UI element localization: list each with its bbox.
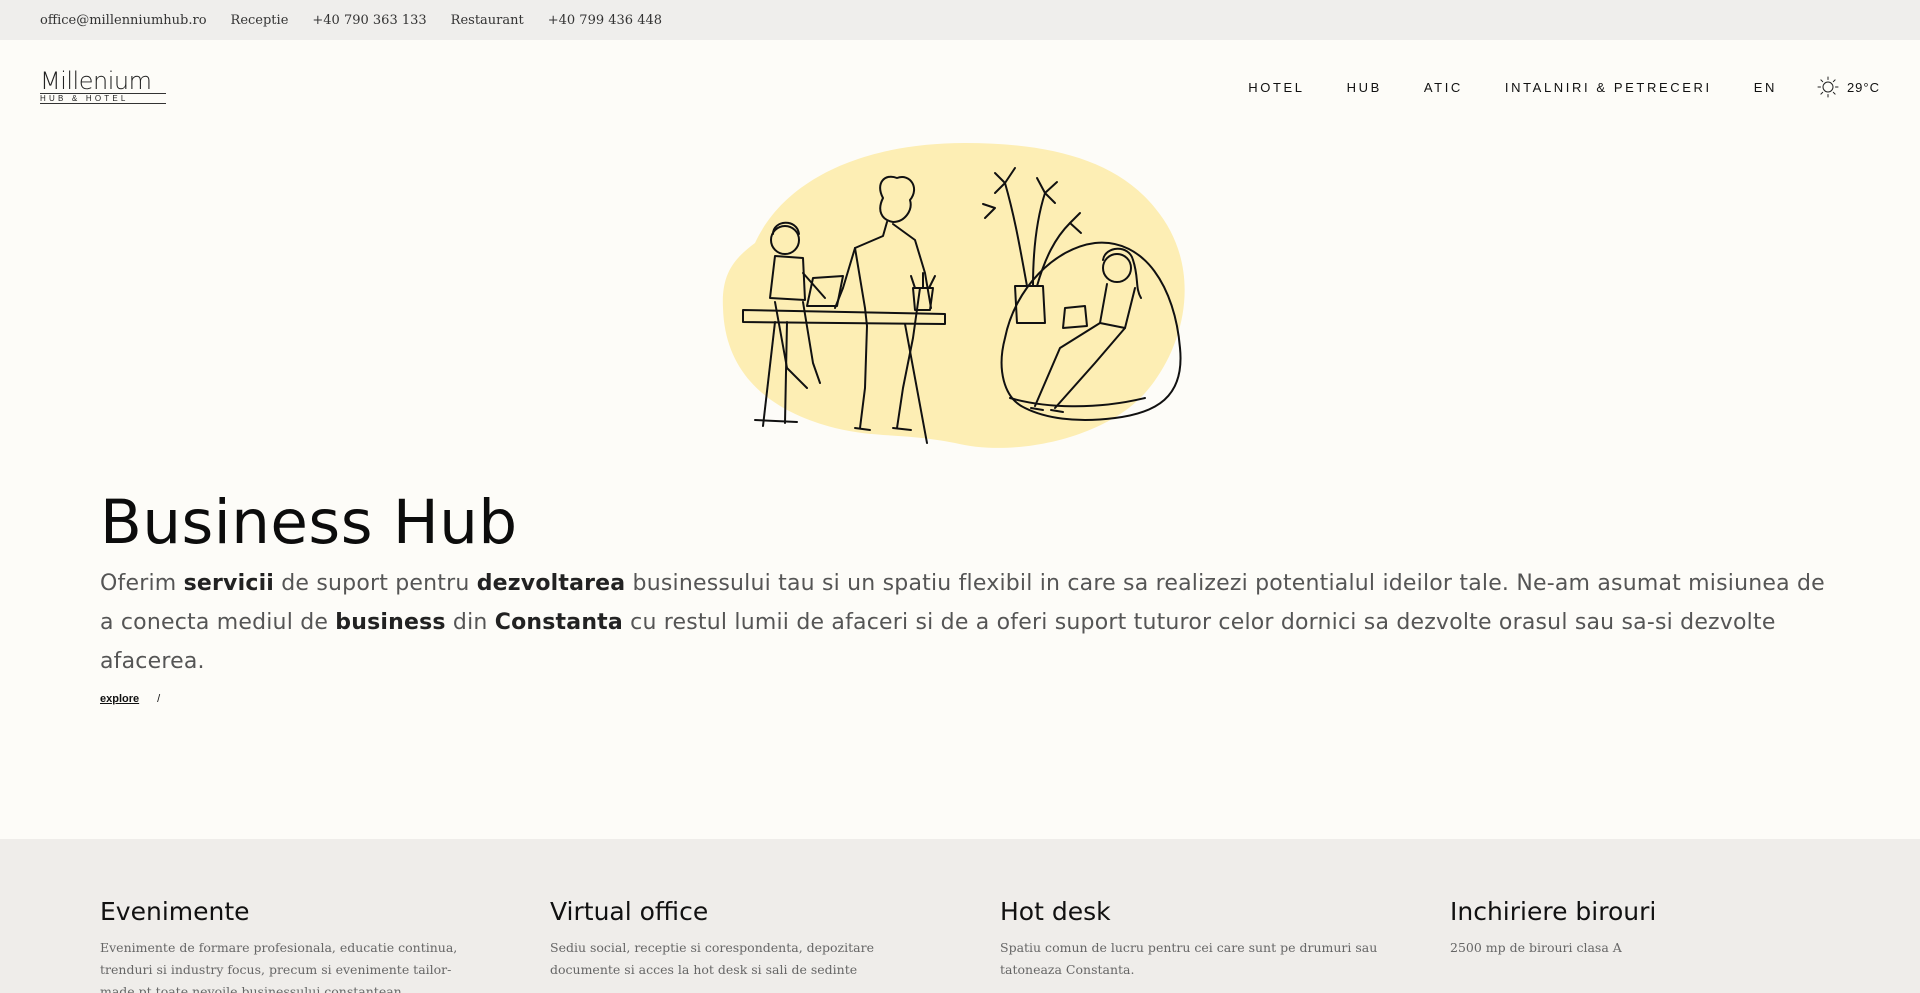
nav-item-atic[interactable]: ATIC [1424, 80, 1463, 95]
nav-item-hub[interactable]: HUB [1347, 80, 1382, 95]
service-title: Virtual office [550, 897, 709, 926]
service-description: Evenimente de formare profesionala, educ… [100, 940, 458, 993]
site-header: Millenium HUB & HOTEL HOTEL HUB ATIC INT… [0, 40, 1920, 134]
page-title: Business Hub [100, 487, 518, 558]
coworking-illustration [722, 143, 1185, 448]
language-switch[interactable]: EN [1754, 80, 1777, 95]
service-title: Inchiriere birouri [1450, 897, 1657, 926]
service-description: Sediu social, receptie si corespondenta,… [550, 940, 874, 977]
hero-text-5: business [335, 610, 446, 635]
restaurant-phone-link[interactable]: +40 799 436 448 [548, 13, 662, 28]
nav-item-intalniri[interactable]: INTALNIRI & PETRECERI [1505, 80, 1712, 95]
service-card-evenimente[interactable]: Evenimente Evenimente de formare profesi… [100, 897, 480, 993]
hero-text-7: Constanta [494, 610, 623, 635]
service-description: 2500 mp de birouri clasa A [1450, 940, 1622, 955]
service-card-inchiriere-birouri[interactable]: Inchiriere birouri 2500 mp de birouri cl… [1450, 897, 1830, 959]
sun-icon [1817, 76, 1839, 98]
hero-text-3: dezvoltarea [476, 571, 626, 596]
hero-description: Oferim servicii de suport pentru dezvolt… [100, 564, 1840, 681]
hero-text-1: servicii [183, 571, 275, 596]
service-card-hot-desk[interactable]: Hot desk Spatiu comun de lucru pentru ce… [1000, 897, 1380, 981]
weather-temperature: 29°C [1846, 79, 1880, 95]
breadcrumb-separator: / [157, 693, 161, 705]
logo-wordmark: Millenium [40, 67, 152, 95]
nav-item-hotel[interactable]: HOTEL [1248, 80, 1304, 95]
reception-phone-link[interactable]: +40 790 363 133 [312, 13, 426, 28]
hero-section: Business Hub Oferim servicii de suport p… [100, 488, 1840, 681]
breadcrumb: explore / [100, 693, 160, 705]
service-title: Evenimente [100, 897, 250, 926]
main-nav: HOTEL HUB ATIC INTALNIRI & PETRECERI EN … [1206, 76, 1880, 98]
services-section: Evenimente Evenimente de formare profesi… [0, 839, 1920, 993]
email-link[interactable]: office@millenniumhub.ro [40, 13, 207, 28]
weather-widget: 29°C [1817, 76, 1880, 98]
service-card-virtual-office[interactable]: Virtual office Sediu social, receptie si… [550, 897, 930, 981]
top-contact-bar: office@millenniumhub.ro Receptie +40 790… [0, 0, 1920, 40]
illustration-blob [722, 143, 1185, 448]
explore-link[interactable]: explore [100, 693, 139, 705]
logo-subtitle: HUB & HOTEL [40, 93, 166, 104]
hero-text-0: Oferim [100, 571, 184, 596]
hero-text-6: din [445, 610, 495, 635]
hero-text-2: de suport pentru [274, 571, 477, 596]
restaurant-label: Restaurant [450, 12, 524, 28]
reception-label: Receptie [230, 12, 289, 28]
service-description: Spatiu comun de lucru pentru cei care su… [1000, 940, 1378, 977]
service-title: Hot desk [1000, 897, 1111, 926]
site-logo[interactable]: Millenium HUB & HOTEL [40, 69, 166, 105]
